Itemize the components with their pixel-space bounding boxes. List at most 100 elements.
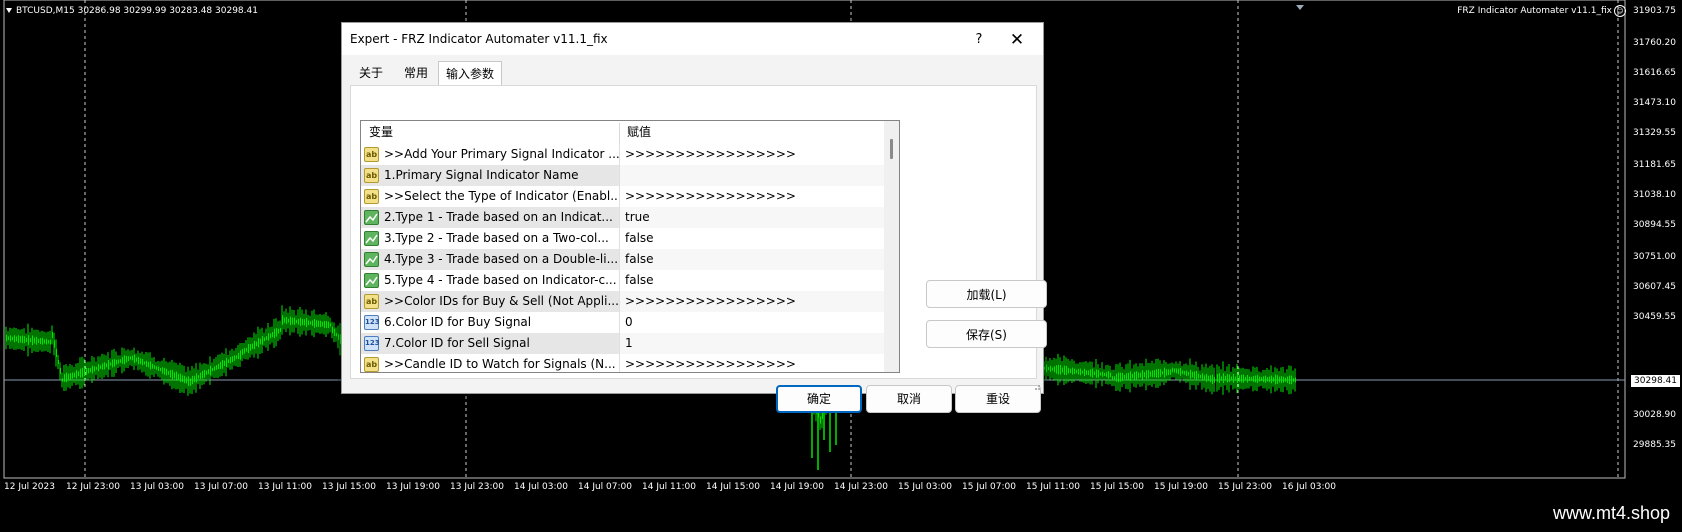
- candle-body: [85, 367, 87, 375]
- expert-advisor-label[interactable]: FRZ Indicator Automater v11.1_fix: [1457, 6, 1612, 16]
- time-label: 14 Jul 19:00: [770, 482, 824, 492]
- candle-body: [1284, 377, 1286, 382]
- table-row[interactable]: 123 6.Color ID for Buy Signal 0: [361, 312, 884, 333]
- candle-body: [1159, 369, 1161, 377]
- value-cell[interactable]: true: [619, 207, 884, 228]
- time-label: 14 Jul 15:00: [706, 482, 760, 492]
- candle-body: [51, 331, 53, 339]
- variable-cell[interactable]: ab >>Select the Type of Indicator (Enabl.…: [361, 186, 619, 207]
- variable-label: 5.Type 4 - Trade based on Indicator-c...: [384, 273, 617, 287]
- tab-about[interactable]: 关于: [352, 61, 390, 85]
- candle-body: [225, 357, 227, 367]
- grid-body: ab >>Add Your Primary Signal Indicator ..…: [361, 144, 884, 372]
- candle-body: [7, 336, 9, 341]
- variable-cell[interactable]: ab >>Candle ID to Watch for Signals (N...: [361, 354, 619, 372]
- variable-cell[interactable]: 2.Type 1 - Trade based on an Indicat...: [361, 207, 619, 228]
- variable-cell[interactable]: ab 1.Primary Signal Indicator Name: [361, 165, 619, 186]
- candle-body: [207, 369, 209, 375]
- table-row[interactable]: 3.Type 2 - Trade based on a Two-col... fa…: [361, 228, 884, 249]
- ok-button[interactable]: 确定: [776, 385, 862, 413]
- candle-body: [105, 363, 107, 368]
- candle-body: [169, 369, 171, 378]
- table-row[interactable]: ab 1.Primary Signal Indicator Name: [361, 165, 884, 186]
- value-cell[interactable]: >>>>>>>>>>>>>>>>>: [619, 186, 884, 207]
- price-label: 30607.45: [1633, 282, 1676, 292]
- candle-body: [1121, 372, 1123, 381]
- variable-cell[interactable]: ab >>Add Your Primary Signal Indicator ..…: [361, 144, 619, 165]
- cancel-button[interactable]: 取消: [866, 385, 952, 413]
- value-cell[interactable]: [619, 165, 884, 186]
- table-row[interactable]: ab >>Select the Type of Indicator (Enabl.…: [361, 186, 884, 207]
- candle-body: [319, 320, 321, 328]
- candle-body: [1105, 372, 1107, 377]
- candle-body: [159, 367, 161, 372]
- table-row[interactable]: 2.Type 1 - Trade based on an Indicat... t…: [361, 207, 884, 228]
- table-row[interactable]: ab >>Add Your Primary Signal Indicator ..…: [361, 144, 884, 165]
- string-type-icon: ab: [364, 168, 379, 183]
- symbol-dropdown-icon[interactable]: [6, 8, 12, 13]
- help-button[interactable]: ?: [964, 29, 994, 51]
- grid-scrollbar[interactable]: [884, 121, 899, 372]
- variable-cell[interactable]: 5.Type 4 - Trade based on Indicator-c...: [361, 270, 619, 291]
- value-cell[interactable]: 1: [619, 333, 884, 354]
- candle-body: [89, 367, 91, 373]
- time-label: 14 Jul 03:00: [514, 482, 568, 492]
- variable-cell[interactable]: 123 6.Color ID for Buy Signal: [361, 312, 619, 333]
- boolean-type-icon: [364, 252, 379, 267]
- candle-body: [1201, 373, 1203, 381]
- candle-body: [253, 340, 255, 350]
- candle-body: [1232, 374, 1234, 383]
- candle-body: [151, 363, 153, 369]
- variable-cell[interactable]: ab >>Color IDs for Buy & Sell (Not Appli.…: [361, 291, 619, 312]
- candle-body: [47, 340, 49, 344]
- candle-body: [1125, 373, 1127, 380]
- table-row[interactable]: ab >>Color IDs for Buy & Sell (Not Appli.…: [361, 291, 884, 312]
- time-axis[interactable]: 12 Jul 2023 12 Jul 23:00 13 Jul 03:00 13 Ju…: [0, 478, 1630, 497]
- candle-body: [1071, 367, 1073, 375]
- value-cell[interactable]: 0: [619, 312, 884, 333]
- tab-inputs[interactable]: 输入参数: [438, 61, 502, 86]
- table-row[interactable]: 5.Type 4 - Trade based on Indicator-c...…: [361, 270, 884, 291]
- candle-body: [1272, 377, 1274, 382]
- save-button[interactable]: 保存(S): [926, 320, 1047, 348]
- column-header-variable[interactable]: 变量: [361, 121, 619, 144]
- table-row[interactable]: ab >>Candle ID to Watch for Signals (N...…: [361, 354, 884, 372]
- close-button[interactable]: ✕: [1002, 29, 1032, 51]
- value-cell[interactable]: >>>>>>>>>>>>>>>>>: [619, 354, 884, 372]
- candle-body: [241, 349, 243, 355]
- candle-body: [97, 364, 99, 372]
- value-cell[interactable]: >>>>>>>>>>>>>>>>>: [619, 144, 884, 165]
- candle-body: [317, 320, 319, 327]
- value-cell[interactable]: >>>>>>>>>>>>>>>>>: [619, 291, 884, 312]
- reset-button[interactable]: 重设: [955, 385, 1041, 413]
- variable-cell[interactable]: 123 7.Color ID for Sell Signal: [361, 333, 619, 354]
- time-label: 14 Jul 11:00: [642, 482, 696, 492]
- candle-body: [1250, 376, 1252, 381]
- dialog-titlebar[interactable]: Expert - FRZ Indicator Automater v11.1_f…: [342, 23, 1043, 55]
- tab-common[interactable]: 常用: [396, 61, 436, 85]
- price-scale[interactable]: 31903.75 31760.20 31616.65 31473.10 31329.55…: [1624, 0, 1682, 478]
- candle-body: [1157, 368, 1159, 378]
- table-row[interactable]: 123 7.Color ID for Sell Signal 1: [361, 333, 884, 354]
- load-button[interactable]: 加载(L): [926, 280, 1047, 308]
- column-header-value[interactable]: 赋值: [619, 121, 884, 144]
- value-cell[interactable]: false: [619, 228, 884, 249]
- value-cell[interactable]: false: [619, 270, 884, 291]
- scrollbar-thumb[interactable]: [890, 139, 893, 159]
- table-row[interactable]: 4.Type 3 - Trade based on a Double-li...…: [361, 249, 884, 270]
- variable-label: 6.Color ID for Buy Signal: [384, 315, 532, 329]
- candle-body: [1220, 376, 1222, 380]
- candle-body: [111, 359, 113, 368]
- candle-body: [337, 333, 339, 340]
- time-label: 13 Jul 11:00: [258, 482, 312, 492]
- variable-cell[interactable]: 4.Type 3 - Trade based on a Double-li...: [361, 249, 619, 270]
- candle-body: [1185, 370, 1187, 376]
- candle-body: [71, 372, 73, 379]
- candle-body: [23, 336, 25, 344]
- candle-body: [1073, 368, 1075, 375]
- value-cell[interactable]: false: [619, 249, 884, 270]
- resize-grip-icon[interactable]: [1033, 383, 1041, 391]
- candle-body: [1143, 372, 1145, 378]
- candle-body: [287, 318, 289, 323]
- variable-cell[interactable]: 3.Type 2 - Trade based on a Two-col...: [361, 228, 619, 249]
